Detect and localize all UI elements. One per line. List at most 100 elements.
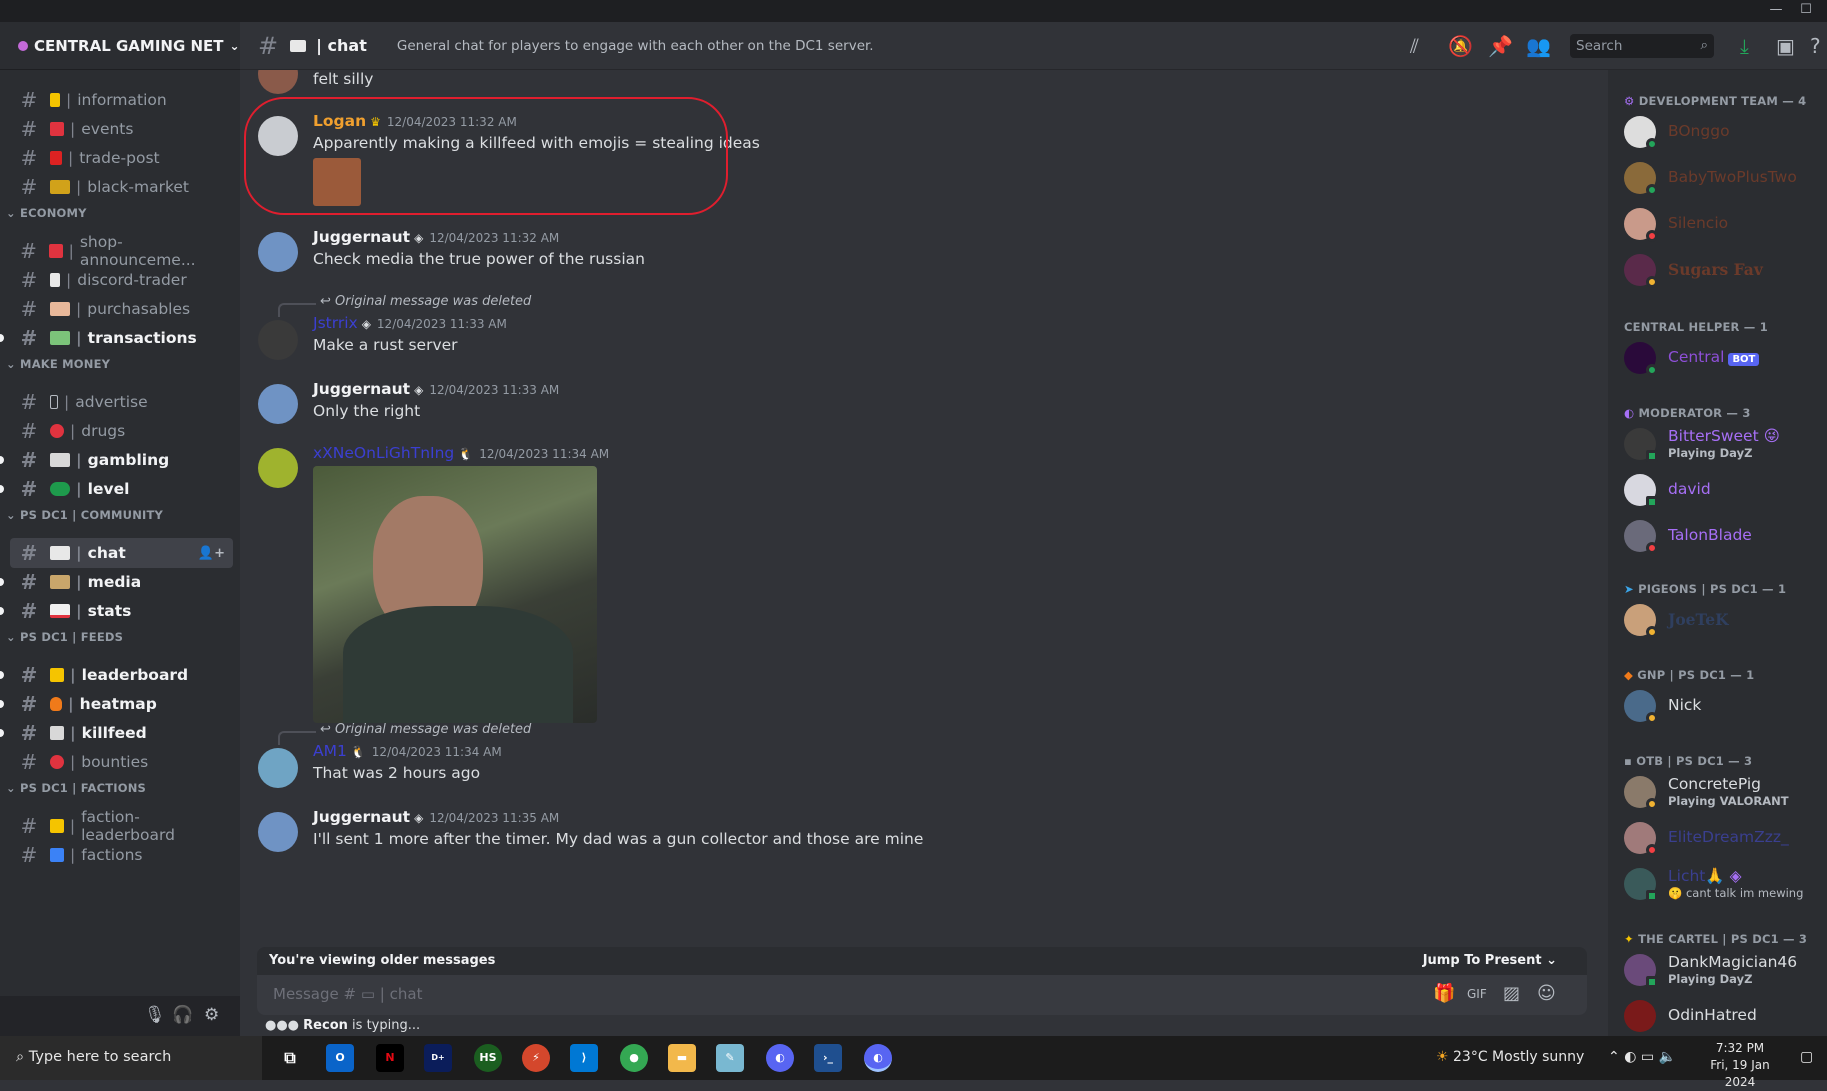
- channel-shop-announcements[interactable]: # | shop-announceme...: [10, 233, 233, 269]
- gift-icon[interactable]: 🎁: [1433, 983, 1455, 1004]
- avatar[interactable]: [258, 748, 298, 788]
- reply-reference[interactable]: ↩ Original message was deleted: [277, 722, 531, 745]
- channel-discord-trader[interactable]: # | discord-trader: [10, 265, 233, 295]
- help-icon[interactable]: ?: [1810, 34, 1821, 58]
- message-timestamp: 12/04/2023 11:34 AM: [371, 745, 502, 759]
- member-item[interactable]: Nick: [1624, 686, 1824, 726]
- category-economy[interactable]: ⌄ ECONOMY: [6, 206, 87, 220]
- member-item[interactable]: DankMagician46 Playing DayZ: [1624, 950, 1824, 990]
- status-idle-indicator: [1646, 712, 1658, 724]
- channel-topic[interactable]: General chat for players to engage with …: [397, 38, 874, 54]
- inbox-icon[interactable]: ▣: [1776, 34, 1795, 58]
- pin-icon[interactable]: 📌: [1488, 34, 1513, 58]
- channel-events[interactable]: # | events: [10, 114, 233, 144]
- member-item[interactable]: EliteDreamZzz_: [1624, 818, 1824, 858]
- taskbar-search-input[interactable]: ⌕ Type here to search: [0, 1036, 262, 1080]
- category-factions[interactable]: ⌄ PS DC1 | FACTIONS: [6, 781, 146, 795]
- task-view-icon[interactable]: ⧉: [276, 1044, 304, 1072]
- member-item[interactable]: BabyTwoPlusTwo: [1624, 158, 1824, 198]
- member-item[interactable]: Central BOT: [1624, 338, 1824, 378]
- message-author[interactable]: Juggernaut ◈ 12/04/2023 11:32 AM: [313, 228, 559, 246]
- category-feeds[interactable]: ⌄ PS DC1 | FEEDS: [6, 630, 123, 644]
- avatar[interactable]: [258, 384, 298, 424]
- tray-icons[interactable]: ⌃ ◐ ▭ 🔈: [1608, 1049, 1676, 1065]
- member-item[interactable]: BitterSweet 😜 Playing DayZ: [1624, 424, 1824, 464]
- message-author[interactable]: AM1 🐧 12/04/2023 11:34 AM: [313, 742, 502, 760]
- outlook-icon[interactable]: O: [326, 1044, 354, 1072]
- member-item[interactable]: Sugars Fav: [1624, 250, 1824, 290]
- avatar[interactable]: [258, 448, 298, 488]
- headphones-icon[interactable]: 🎧: [172, 1005, 193, 1025]
- message-author[interactable]: Juggernaut ◈ 12/04/2023 11:35 AM: [313, 808, 559, 826]
- member-item[interactable]: OdinHatred: [1624, 996, 1824, 1036]
- member-item[interactable]: JoeTeK: [1624, 600, 1824, 640]
- channel-killfeed[interactable]: # | killfeed: [0, 718, 233, 748]
- avatar[interactable]: [258, 70, 298, 94]
- member-item[interactable]: TalonBlade: [1624, 516, 1824, 556]
- category-community[interactable]: ⌄ PS DC1 | COMMUNITY: [6, 508, 163, 522]
- channel-faction-leaderboard[interactable]: # | faction-leaderboard: [10, 808, 233, 844]
- channel-heatmap[interactable]: # | heatmap: [0, 689, 233, 719]
- disney-plus-icon[interactable]: D+: [424, 1044, 452, 1072]
- member-item[interactable]: Licht🙏 ◈ 🤫 cant talk im mewing: [1624, 864, 1824, 904]
- settings-gear-icon[interactable]: ⚙: [204, 1005, 219, 1025]
- notification-bell-muted-icon[interactable]: 🔕: [1448, 34, 1473, 58]
- member-item[interactable]: BOnggo: [1624, 112, 1824, 152]
- channel-trade-post[interactable]: # | trade-post: [10, 143, 233, 173]
- app-red-icon[interactable]: ⚡: [522, 1044, 550, 1072]
- notepad-icon[interactable]: ✎: [716, 1044, 744, 1072]
- channel-black-market[interactable]: # | black-market: [10, 172, 233, 202]
- message-author[interactable]: Juggernaut ◈ 12/04/2023 11:33 AM: [313, 380, 559, 398]
- netflix-icon[interactable]: N: [376, 1044, 404, 1072]
- vscode-icon[interactable]: ⟩: [570, 1044, 598, 1072]
- invite-icon[interactable]: 👤+: [198, 546, 225, 561]
- channel-gambling[interactable]: # | gambling: [0, 445, 233, 475]
- channel-stats[interactable]: # | stats: [0, 596, 233, 626]
- channel-media[interactable]: # | media: [0, 567, 233, 597]
- discord-active-icon[interactable]: ◐: [864, 1044, 892, 1072]
- avatar[interactable]: [258, 812, 298, 852]
- channel-factions[interactable]: # | factions: [10, 840, 233, 870]
- hs-app-icon[interactable]: HS: [474, 1044, 502, 1072]
- channel-transactions[interactable]: # | transactions: [0, 323, 233, 353]
- weather-widget[interactable]: ☀ 23°C Mostly sunny: [1436, 1049, 1584, 1065]
- member-item[interactable]: david: [1624, 470, 1824, 510]
- channel-drugs[interactable]: # | drugs: [10, 416, 233, 446]
- channel-chat[interactable]: # | chat 👤+: [10, 538, 233, 568]
- reply-reference[interactable]: ↩ Original message was deleted: [277, 294, 531, 317]
- sticker-icon[interactable]: ▨: [1503, 983, 1520, 1004]
- message-author[interactable]: Jstrrix ◈ 12/04/2023 11:33 AM: [313, 314, 507, 332]
- maximize-button[interactable]: ☐: [1792, 2, 1820, 20]
- channel-level[interactable]: # | level: [0, 474, 233, 504]
- member-item[interactable]: Silencio: [1624, 204, 1824, 244]
- member-list-icon[interactable]: 👥: [1526, 34, 1551, 58]
- channel-purchasables[interactable]: # | purchasables: [10, 294, 233, 324]
- avatar[interactable]: [258, 320, 298, 360]
- channel-advertise[interactable]: # | advertise: [10, 387, 233, 417]
- member-item[interactable]: ConcretePig Playing VALORANT: [1624, 772, 1824, 812]
- file-explorer-icon[interactable]: ▬: [668, 1044, 696, 1072]
- notifications-icon[interactable]: ▢: [1800, 1049, 1813, 1065]
- avatar[interactable]: [258, 232, 298, 272]
- server-header[interactable]: CENTRAL GAMING NET ⌄: [0, 22, 240, 70]
- microphone-icon[interactable]: 🎙: [144, 1005, 166, 1025]
- search-input[interactable]: Search ⌕: [1570, 34, 1714, 58]
- message-author[interactable]: xXNeOnLiGhTnIng 🐧 12/04/2023 11:34 AM: [313, 444, 609, 462]
- image-attachment[interactable]: [313, 466, 597, 723]
- download-icon[interactable]: ⤓: [1740, 34, 1749, 58]
- threads-icon[interactable]: ⫽: [1410, 34, 1419, 58]
- channel-bounties[interactable]: # | bounties: [10, 747, 233, 777]
- emoji-picker-icon[interactable]: ☺: [1537, 983, 1556, 1004]
- jump-to-present-button[interactable]: Jump To Present ⌄: [1423, 953, 1557, 968]
- minimize-button[interactable]: —: [1762, 2, 1790, 20]
- message-input[interactable]: Message # ▭ | chat 🎁 GIF ▨ ☺: [257, 975, 1587, 1015]
- taskbar-clock[interactable]: 7:32 PM Fri, 19 Jan 2024: [1700, 1040, 1780, 1091]
- member-name: OdinHatred: [1668, 1006, 1757, 1024]
- channel-information[interactable]: # | information: [10, 85, 233, 115]
- chrome-icon[interactable]: ●: [620, 1044, 648, 1072]
- powershell-icon[interactable]: ›_: [814, 1044, 842, 1072]
- channel-leaderboard[interactable]: # | leaderboard: [0, 660, 233, 690]
- category-make-money[interactable]: ⌄ MAKE MONEY: [6, 357, 110, 371]
- discord-icon[interactable]: ◐: [766, 1044, 794, 1072]
- gif-icon[interactable]: GIF: [1467, 987, 1487, 1001]
